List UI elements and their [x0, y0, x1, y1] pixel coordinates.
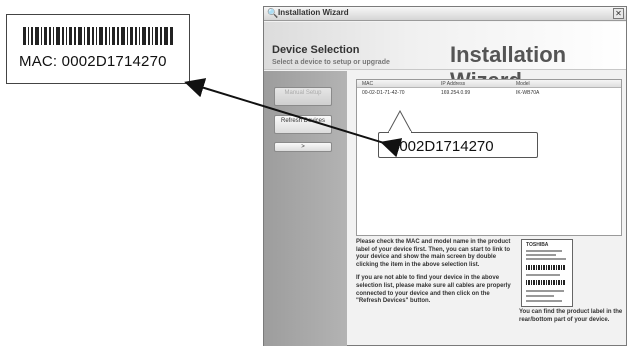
double-arrow — [184, 78, 403, 158]
